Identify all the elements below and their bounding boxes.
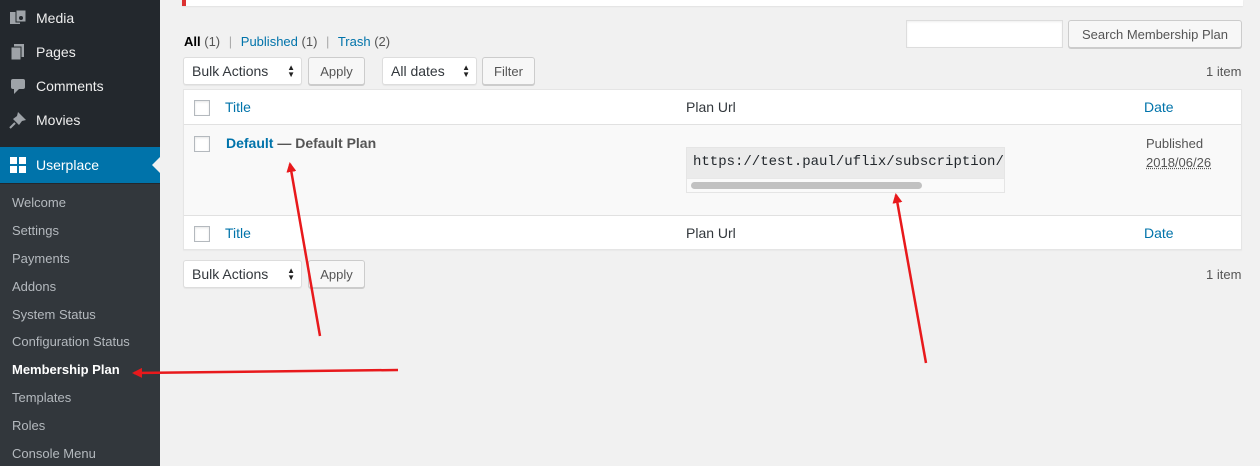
menu-label: Media [36,10,75,26]
menu-comments[interactable]: Comments [0,69,160,103]
pages-icon [0,43,36,61]
grid-icon [0,157,36,173]
view-all-count: (1) [204,34,221,49]
select-arrows-icon: ▲ ▼ [462,63,470,79]
column-title-footer[interactable]: Title [225,225,251,241]
arrow-to-membership-plan [132,367,399,378]
select-all-checkbox[interactable] [194,100,210,116]
select-value: Bulk Actions [192,63,269,79]
submenu-settings[interactable]: Settings [12,221,59,241]
item-count-top: 1 item [1206,64,1242,79]
submenu-addons[interactable]: Addons [12,277,56,297]
column-date-footer[interactable]: Date [1144,225,1174,241]
scroll-thumb[interactable] [691,182,922,189]
view-published-count: (1) [301,34,318,49]
media-icon [0,9,36,27]
select-all-checkbox-footer[interactable] [194,226,210,242]
submenu-configuration-status[interactable]: Configuration Status [12,332,130,352]
view-trash[interactable]: Trash [338,34,371,49]
view-all[interactable]: All [184,34,201,49]
post-status: Published [1146,136,1204,151]
plan-url: https://test.paul/uflix/subscription/pay… [693,154,1004,170]
view-filters: All (1) | Published (1) | Trash (2) [184,34,390,49]
userplace-submenu: Welcome Settings Payments Addons System … [0,184,160,466]
table-row: Default — Default Plan https://test.paul… [184,125,1241,215]
menu-label: Comments [36,78,104,94]
apply-button-top[interactable]: Apply [308,57,365,85]
post-date: 2018/06/26 [1146,155,1212,170]
notice-box [182,0,1243,6]
plans-table: Title Plan Url Date Default — Default Pl… [183,89,1242,250]
menu-pages[interactable]: Pages [0,35,160,69]
bulk-actions-select-top[interactable]: Bulk Actions ▲ ▼ [183,57,302,85]
table-header: Title Plan Url Date [184,90,1241,125]
select-value: All dates [391,63,445,79]
view-trash-count: (2) [374,34,391,49]
plan-title-link[interactable]: Default [226,135,273,151]
submenu-roles[interactable]: Roles [12,416,45,436]
menu-media[interactable]: Media [0,1,160,35]
menu-label: Movies [36,112,81,128]
comments-icon [0,77,36,95]
separator: | [326,34,330,49]
submenu-welcome[interactable]: Welcome [12,193,66,213]
view-published[interactable]: Published [241,34,298,49]
submenu-payments[interactable]: Payments [12,249,70,269]
column-plan-url: Plan Url [686,99,736,115]
item-count-bottom: 1 item [1206,267,1242,282]
submenu-console-menu[interactable]: Console Menu [12,444,96,464]
date-cell: Published 2018/06/26 [1146,134,1211,172]
separator: | [228,34,233,49]
horizontal-scrollbar[interactable] [687,178,1004,192]
submenu-membership-plan[interactable]: Membership Plan [12,360,120,380]
select-arrows-icon: ▲ ▼ [287,266,295,282]
menu-userplace[interactable]: Userplace [0,147,160,183]
submenu-templates[interactable]: Templates [12,388,71,408]
post-state: — Default Plan [277,135,377,151]
column-date[interactable]: Date [1144,99,1174,115]
search-input[interactable] [906,20,1063,48]
filter-button[interactable]: Filter [482,57,535,85]
plan-url-box[interactable]: https://test.paul/uflix/subscription/pay… [686,147,1005,193]
select-value: Bulk Actions [192,266,269,282]
column-title[interactable]: Title [225,99,251,115]
submenu-system-status[interactable]: System Status [12,305,96,325]
row-title: Default — Default Plan [226,135,376,151]
row-checkbox[interactable] [194,136,210,152]
bulk-actions-select-bottom[interactable]: Bulk Actions ▲ ▼ [183,260,302,288]
search-button[interactable]: Search Membership Plan [1068,20,1242,48]
menu-label: Pages [36,44,76,60]
pin-icon [0,111,36,129]
dates-select[interactable]: All dates ▲ ▼ [382,57,477,85]
apply-button-bottom[interactable]: Apply [308,260,365,288]
table-footer: Title Plan Url Date [184,215,1241,250]
select-arrows-icon: ▲ ▼ [287,63,295,79]
admin-sidebar: Media Pages Comments Movies Userplace We… [0,0,160,466]
menu-label: Userplace [36,157,100,173]
menu-movies[interactable]: Movies [0,103,160,137]
column-plan-url-footer: Plan Url [686,225,736,241]
